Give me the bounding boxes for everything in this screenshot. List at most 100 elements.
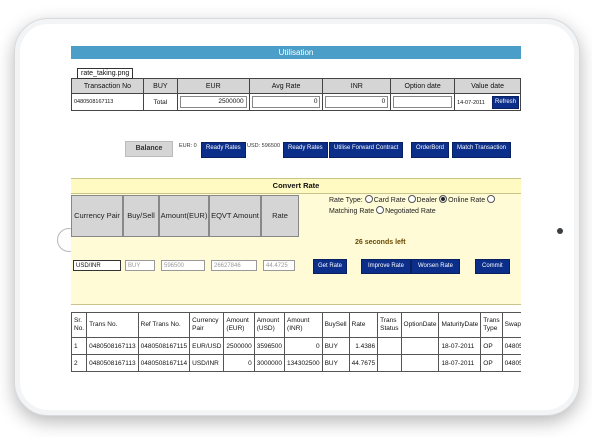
table-cell: BUY [321, 337, 350, 355]
table-cell: 0480508167113 [86, 354, 139, 372]
transactions-header-cell: Trans No. [86, 312, 139, 338]
table-row[interactable]: 1 0480508167113 0480508167115 EUR/USD 250000… [71, 337, 521, 355]
countdown-text: 26 seconds left [355, 239, 406, 246]
inr-total-field[interactable]: 0 [325, 96, 389, 108]
convert-rate-title: Convert Rate [71, 179, 521, 194]
header-avg-rate: Avg Rate [248, 78, 324, 94]
rate-option-card-rate[interactable]: Card Rate [364, 195, 406, 204]
avg-rate-field[interactable]: 0 [251, 96, 321, 108]
commit-button[interactable]: Commit [475, 259, 510, 274]
option-date-field[interactable] [393, 96, 453, 108]
app-screen: Utilisation rate_taking.png Transaction … [71, 46, 521, 386]
amount-input[interactable]: 596500 [161, 260, 205, 271]
table-cell: 44.7675 [348, 354, 379, 372]
table-cell: BUY [321, 354, 350, 372]
header-value-date: Value date [454, 78, 521, 94]
header-currency-pair: Currency Pair [71, 195, 123, 237]
rate-option-online-rate[interactable]: Online Rate [439, 195, 485, 204]
radio-selected-icon [439, 195, 448, 203]
window-title-bar: Utilisation [71, 46, 521, 59]
worsen-rate-button[interactable]: Worsen Rate [411, 259, 460, 274]
transactions-header-cell: Rate [348, 312, 379, 338]
table-cell: 18-07-2011 [438, 337, 482, 355]
balance-eur-text: EUR: 0 [179, 143, 197, 149]
table-cell [377, 337, 402, 355]
table-cell: OP [480, 354, 503, 372]
eur-total-cell: 2500000 [176, 93, 250, 111]
table-cell: 134302500 [284, 354, 323, 372]
total-label: Total [142, 93, 178, 111]
table-cell: 1 [71, 337, 88, 355]
header-option-date: Option date [390, 78, 456, 94]
table-cell: 3000000 [253, 354, 286, 372]
header-inr: INR [322, 78, 392, 94]
ready-rates-button-1[interactable]: Ready Rates [201, 142, 246, 158]
radio-icon [407, 195, 416, 203]
convert-rate-panel: Convert Rate Currency Pair Buy/Sell Amou… [71, 178, 521, 305]
value-date-cell: 14-07-2011 Refresh [454, 93, 521, 111]
camera-dot [557, 228, 563, 234]
buy-sell-input[interactable]: BUY [125, 260, 155, 271]
transactions-header-cell: Swap Ref [501, 312, 521, 338]
table-cell: 0480508167117 [501, 354, 521, 372]
table-cell [377, 354, 402, 372]
summary-header-row: Transaction No BUY EUR Avg Rate INR Opti… [71, 78, 521, 94]
table-cell: 18-07-2011 [438, 354, 482, 372]
table-cell: USD/INR [189, 354, 225, 372]
utilise-forward-contract-button[interactable]: Utilise Forward Contract [329, 142, 404, 158]
window-title: Utilisation [278, 48, 314, 57]
header-transaction-no: Transaction No [71, 78, 144, 94]
transactions-header-row: Sr. No. Trans No. Ref Trans No. Currency Pa… [71, 312, 521, 338]
rate-option-negotiated-rate[interactable]: Negotiated Rate [376, 206, 436, 215]
table-row[interactable]: 2 0480508167113 0480508167114 USD/INR 0 30000… [71, 354, 521, 372]
filename-tooltip: rate_taking.png [77, 68, 134, 79]
table-cell: 3596500 [253, 337, 286, 355]
transactions-header-cell: Sr. No. [71, 312, 88, 338]
currency-pair-input[interactable]: USD/INR [73, 260, 121, 271]
header-amount-eur: Amount(EUR) [159, 195, 209, 237]
transactions-header-cell: Ref Trans No. [137, 312, 191, 338]
table-cell: 0 [223, 354, 255, 372]
rate-type-label: Rate Type: [329, 197, 363, 204]
match-transaction-button[interactable]: Match Transaction [452, 142, 512, 158]
header-eqvt-amount: EQVT Amount [209, 195, 261, 237]
transactions-header-cell: Amount (EUR) [223, 312, 255, 338]
transactions-header-cell: Amount (USD) [253, 312, 286, 338]
table-cell: OP [480, 337, 503, 355]
balance-label: Balance [125, 141, 173, 157]
radio-icon [487, 195, 496, 203]
header-buy-sell: Buy/Sell [123, 195, 159, 237]
table-cell [400, 337, 440, 355]
table-cell: 0480508167115 [137, 337, 191, 355]
refresh-button[interactable]: Refresh [491, 96, 519, 109]
table-cell: 0480508167114 [137, 354, 191, 372]
table-cell: 2500000 [223, 337, 255, 355]
header-eur: EUR [176, 78, 250, 94]
table-cell: EUR/USD [189, 337, 225, 355]
radio-icon [376, 206, 385, 214]
rate-option-dealer[interactable]: Dealer [407, 195, 437, 204]
transactions-header-cell: Currency Pair [189, 312, 225, 338]
summary-row: 0480508167113 Total 2500000 0 0 14-07-20… [71, 93, 521, 111]
value-date-value: 14-07-2011 [457, 99, 485, 106]
transactions-body: 1 0480508167113 0480508167115 EUR/USD 250000… [71, 337, 521, 372]
transactions-header-cell: Trans Type [480, 312, 503, 338]
table-cell [400, 354, 440, 372]
rate-type-options: Rate Type: Card Rate Dealer Online Rate … [329, 195, 519, 235]
improve-rate-button[interactable]: Improve Rate [361, 259, 412, 274]
inr-total-cell: 0 [322, 93, 392, 111]
radio-icon [364, 195, 373, 203]
orderbord-button[interactable]: OrderBord [411, 142, 450, 158]
eqvt-amount-input[interactable]: 26627846 [211, 260, 257, 271]
eur-total-field[interactable]: 2500000 [179, 96, 247, 108]
table-cell: 2 [71, 354, 88, 372]
rate-input[interactable]: 44.4725 [263, 260, 295, 271]
table-cell: 0480508167116 [501, 337, 521, 355]
header-rate: Rate [261, 195, 299, 237]
header-buy: BUY [142, 78, 178, 94]
table-cell: 1.4386 [348, 337, 379, 355]
get-rate-button[interactable]: Get Rate [313, 259, 348, 274]
transactions-table: Sr. No. Trans No. Ref Trans No. Currency Pa… [71, 312, 521, 372]
balance-usd-text: USD: 596500 [247, 143, 281, 149]
ready-rates-button-2[interactable]: Ready Rates [283, 142, 328, 158]
